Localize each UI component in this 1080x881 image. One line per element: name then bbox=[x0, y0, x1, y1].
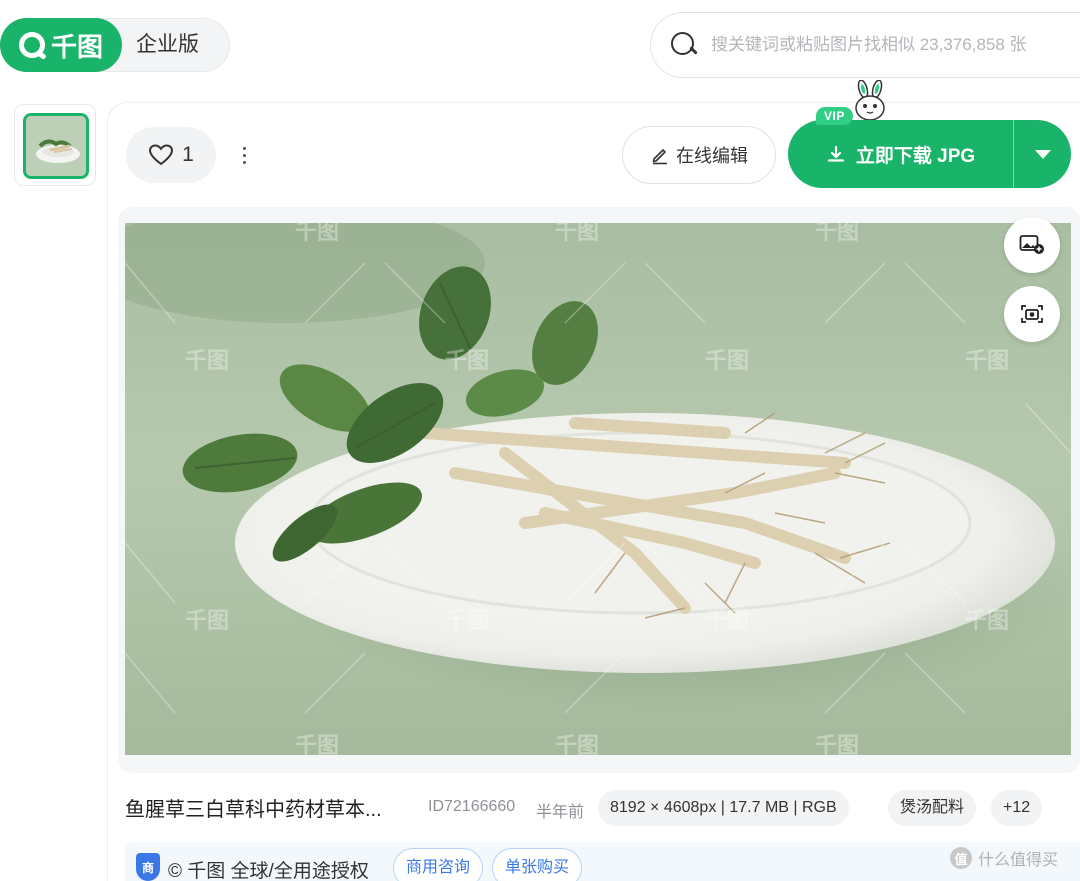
watermark-text: 千图 bbox=[965, 608, 1009, 633]
image-id: ID72166660 bbox=[428, 798, 516, 815]
watermark-text: 千图 bbox=[185, 608, 229, 633]
shield-icon: 商 bbox=[136, 853, 160, 881]
like-button[interactable]: 1 bbox=[126, 127, 216, 183]
watermark-text: 千图 bbox=[705, 608, 749, 633]
watermark-text: 千图 bbox=[815, 733, 859, 755]
thumbnail-rail bbox=[14, 104, 96, 186]
online-edit-button[interactable]: 在线编辑 bbox=[622, 126, 776, 184]
image-title: 鱼腥草三白草科中药材草本... bbox=[125, 799, 382, 821]
download-button[interactable]: 立即下载 JPG bbox=[788, 120, 1071, 188]
download-label: 立即下载 JPG bbox=[855, 145, 976, 167]
site-logo[interactable]: 千图 bbox=[0, 18, 122, 72]
online-edit-label: 在线编辑 bbox=[676, 146, 748, 166]
image-plus-icon bbox=[1019, 235, 1044, 254]
tag-chip[interactable]: 煲汤配料 bbox=[888, 790, 977, 826]
upload-time: 半年前 bbox=[536, 804, 585, 821]
thumbnail-selected[interactable] bbox=[23, 113, 89, 179]
watermark-text: 千图 bbox=[965, 348, 1009, 373]
corner-watermark-text: 什么值得买 bbox=[978, 852, 1059, 869]
thumbnail-image bbox=[26, 116, 86, 176]
watermark-text: 千图 bbox=[555, 733, 599, 755]
image-search-button[interactable] bbox=[1004, 217, 1060, 273]
logo-text: 千图 bbox=[50, 31, 103, 62]
like-count: 1 bbox=[182, 143, 194, 166]
watermark-text: 千图 bbox=[185, 348, 229, 373]
watermark-text: 千图 bbox=[705, 348, 749, 373]
preview-photo: 千图 千图 千图 千图 千图 千图 千图 千图 千图 千图 千图 千图 千图 千… bbox=[125, 223, 1071, 755]
watermark-text: 千图 bbox=[295, 223, 339, 244]
logo-q-icon bbox=[18, 32, 45, 58]
commercial-consult-button[interactable]: 商用咨询 bbox=[393, 848, 484, 881]
more-tags-chip[interactable]: +12 bbox=[991, 790, 1043, 826]
corner-watermark: 值 什么值得买 bbox=[950, 846, 1058, 870]
search-box[interactable] bbox=[650, 12, 1080, 78]
camera-scan-icon bbox=[1021, 305, 1043, 323]
download-icon bbox=[827, 145, 844, 162]
watermark-text: 千图 bbox=[445, 348, 489, 373]
image-spec: 8192 × 4608px | 17.7 MB | RGB bbox=[598, 790, 849, 826]
watermark-text: 千图 bbox=[445, 608, 489, 633]
search-icon[interactable] bbox=[669, 30, 699, 60]
enterprise-link[interactable]: 企业版 bbox=[136, 18, 199, 72]
mascot-icon bbox=[855, 80, 885, 121]
screenshot-search-button[interactable] bbox=[1004, 286, 1060, 342]
chevron-down-icon bbox=[1034, 149, 1051, 159]
preview-image[interactable]: 千图 千图 千图 千图 千图 千图 千图 千图 千图 千图 千图 千图 千图 千… bbox=[125, 223, 1071, 755]
watermark-text: 千图 bbox=[555, 223, 599, 244]
more-options-icon[interactable] bbox=[236, 140, 252, 170]
single-purchase-button[interactable]: 单张购买 bbox=[492, 848, 583, 881]
search-input[interactable] bbox=[711, 35, 1080, 55]
watermark-text: 千图 bbox=[815, 223, 859, 244]
watermark-logo-icon: 值 bbox=[950, 847, 972, 869]
vip-badge: VIP bbox=[816, 107, 853, 125]
download-options-button[interactable] bbox=[1014, 120, 1071, 188]
pencil-icon bbox=[652, 149, 667, 165]
license-text: © 千图 全球/全用途授权 bbox=[168, 861, 369, 881]
heart-icon bbox=[149, 144, 174, 166]
download-main-button[interactable]: 立即下载 JPG bbox=[788, 120, 1014, 188]
watermark-text: 千图 bbox=[295, 733, 339, 755]
